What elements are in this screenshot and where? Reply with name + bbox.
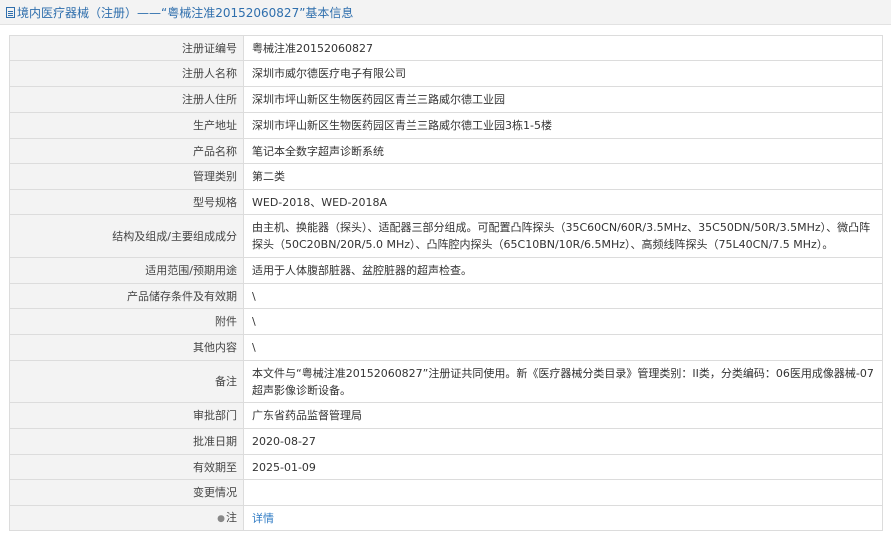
table-row: 注册人名称 深圳市威尔德医疗电子有限公司 — [9, 60, 883, 87]
row-label: 注册人名称 — [9, 60, 244, 87]
row-value: \ — [243, 283, 883, 309]
row-label: 附件 — [9, 308, 244, 335]
table-row: 备注 本文件与“粤械注准20152060827”注册证共同使用。新《医疗器械分类… — [9, 360, 883, 403]
row-label: 适用范围/预期用途 — [9, 257, 244, 284]
table-row: 结构及组成/主要组成成分 由主机、换能器（探头）、适配器三部分组成。可配置凸阵探… — [9, 214, 883, 258]
row-value: 本文件与“粤械注准20152060827”注册证共同使用。新《医疗器械分类目录》… — [243, 360, 883, 403]
row-value: 第二类 — [243, 163, 883, 190]
row-label: 变更情况 — [9, 479, 244, 506]
row-value: 适用于人体腹部脏器、盆腔脏器的超声检查。 — [243, 257, 883, 284]
row-label: 产品储存条件及有效期 — [9, 283, 244, 309]
row-label: 生产地址 — [9, 112, 244, 139]
table-row: 审批部门 广东省药品监督管理局 — [9, 402, 883, 429]
page-header: 境内医疗器械（注册）——“粤械注准20152060827”基本信息 — [0, 0, 891, 25]
row-value: \ — [243, 334, 883, 361]
row-value: 2020-08-27 — [243, 428, 883, 455]
row-value: 2025-01-09 — [243, 454, 883, 480]
row-label: 备注 — [9, 360, 244, 403]
row-label: 审批部门 — [9, 402, 244, 429]
note-label: 注 — [226, 510, 237, 524]
table-row: 生产地址 深圳市坪山新区生物医药园区青兰三路威尔德工业园3栋1-5楼 — [9, 112, 883, 139]
table-row: 附件 \ — [9, 308, 883, 335]
table-row: ●注 详情 — [9, 505, 883, 531]
row-label: 批准日期 — [9, 428, 244, 455]
page-title: 境内医疗器械（注册）——“粤械注准20152060827”基本信息 — [17, 5, 354, 20]
note-row-label: ●注 — [9, 505, 244, 531]
row-label: 结构及组成/主要组成成分 — [9, 214, 244, 258]
row-label: 型号规格 — [9, 189, 244, 215]
row-value: 由主机、换能器（探头）、适配器三部分组成。可配置凸阵探头（35C60CN/60R… — [243, 214, 883, 258]
details-link[interactable]: 详情 — [252, 512, 274, 525]
table-row: 批准日期 2020-08-27 — [9, 428, 883, 455]
row-value: 粤械注准20152060827 — [243, 35, 883, 61]
table-row: 变更情况 — [9, 479, 883, 506]
row-label: 有效期至 — [9, 454, 244, 480]
row-value: 深圳市坪山新区生物医药园区青兰三路威尔德工业园 — [243, 86, 883, 113]
detail-table: 注册证编号 粤械注准20152060827 注册人名称 深圳市威尔德医疗电子有限… — [9, 35, 883, 531]
document-icon — [6, 6, 15, 18]
table-row: 适用范围/预期用途 适用于人体腹部脏器、盆腔脏器的超声检查。 — [9, 257, 883, 284]
table-row: 产品名称 笔记本全数字超声诊断系统 — [9, 138, 883, 164]
row-value: WED-2018、WED-2018A — [243, 189, 883, 215]
table-row: 产品储存条件及有效期 \ — [9, 283, 883, 309]
row-label: 管理类别 — [9, 163, 244, 190]
table-row: 管理类别 第二类 — [9, 163, 883, 190]
row-value: 深圳市威尔德医疗电子有限公司 — [243, 60, 883, 87]
row-value: 深圳市坪山新区生物医药园区青兰三路威尔德工业园3栋1-5楼 — [243, 112, 883, 139]
table-row: 型号规格 WED-2018、WED-2018A — [9, 189, 883, 215]
pin-icon: ● — [217, 513, 225, 524]
table-row: 注册人住所 深圳市坪山新区生物医药园区青兰三路威尔德工业园 — [9, 86, 883, 113]
table-row: 注册证编号 粤械注准20152060827 — [9, 35, 883, 61]
row-value: 笔记本全数字超声诊断系统 — [243, 138, 883, 164]
row-label: 注册证编号 — [9, 35, 244, 61]
row-value: \ — [243, 308, 883, 335]
table-row: 有效期至 2025-01-09 — [9, 454, 883, 480]
row-label: 注册人住所 — [9, 86, 244, 113]
note-row-value: 详情 — [243, 505, 883, 531]
row-value — [243, 479, 883, 506]
row-label: 产品名称 — [9, 138, 244, 164]
table-row: 其他内容 \ — [9, 334, 883, 361]
row-value: 广东省药品监督管理局 — [243, 402, 883, 429]
row-label: 其他内容 — [9, 334, 244, 361]
